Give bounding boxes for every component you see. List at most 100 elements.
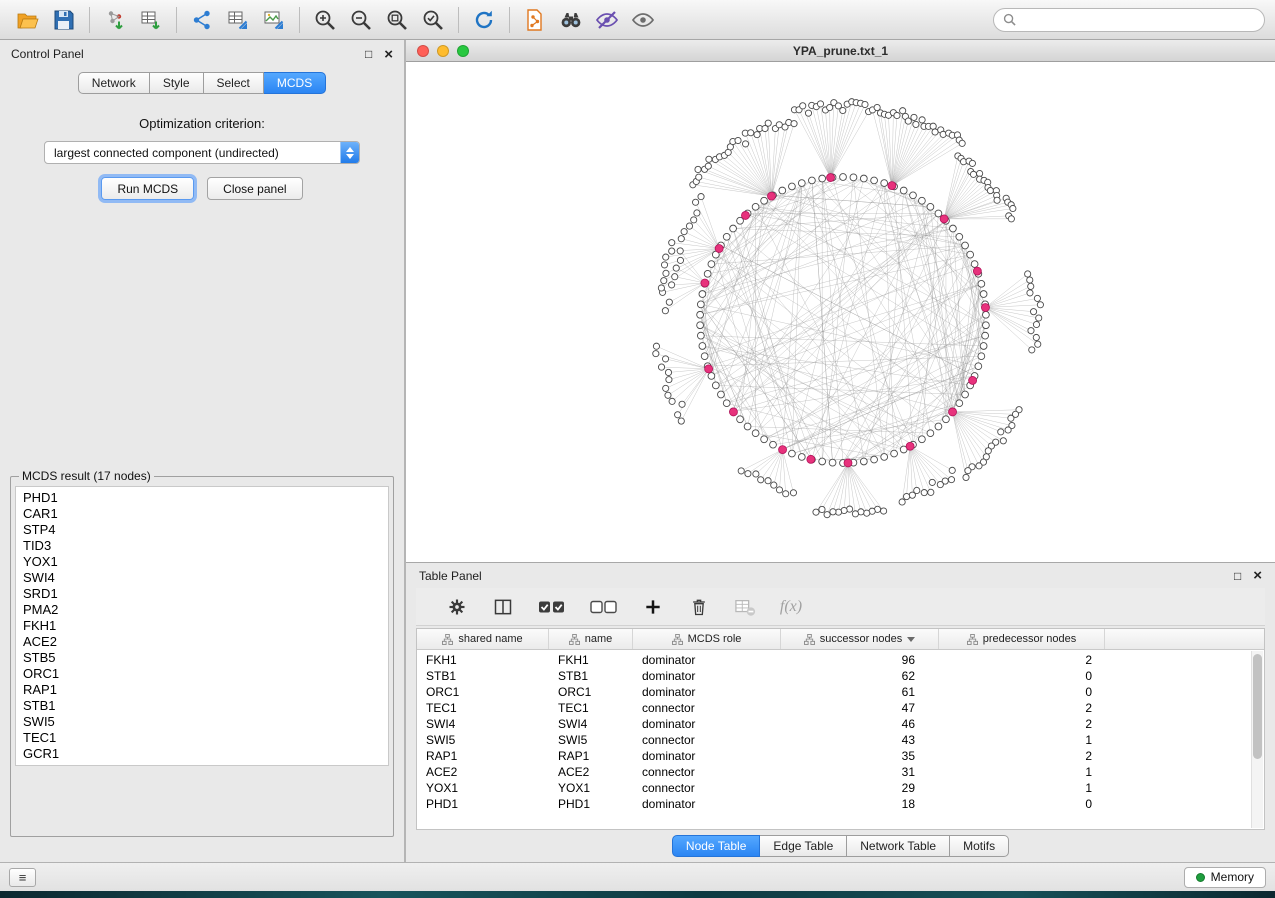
- cell-shared-name[interactable]: SWI5: [417, 732, 549, 748]
- tab-network[interactable]: Network: [78, 72, 150, 94]
- network-window-titlebar[interactable]: YPA_prune.txt_1: [406, 40, 1275, 62]
- table-row[interactable]: FKH1FKH1dominator962: [417, 652, 1264, 668]
- cell-predecessor-nodes[interactable]: 2: [939, 748, 1105, 764]
- export-table-button[interactable]: [220, 5, 256, 35]
- mcds-result-item[interactable]: GCR1: [23, 746, 381, 762]
- float-table-panel-icon[interactable]: □: [1234, 570, 1241, 582]
- column-header-predecessor-nodes[interactable]: predecessor nodes: [939, 629, 1105, 649]
- cell-shared-name[interactable]: YOX1: [417, 780, 549, 796]
- table-row[interactable]: RAP1RAP1dominator352: [417, 748, 1264, 764]
- table-settings-button[interactable]: [444, 594, 470, 620]
- cell-shared-name[interactable]: PHD1: [417, 796, 549, 812]
- cell-successor-nodes[interactable]: 96: [781, 652, 939, 668]
- cell-predecessor-nodes[interactable]: 1: [939, 764, 1105, 780]
- cell-name[interactable]: ORC1: [549, 684, 633, 700]
- tab-select[interactable]: Select: [204, 72, 264, 94]
- cell-mcds-role[interactable]: dominator: [633, 684, 781, 700]
- cell-predecessor-nodes[interactable]: 1: [939, 732, 1105, 748]
- table-row[interactable]: TEC1TEC1connector472: [417, 700, 1264, 716]
- zoom-in-button[interactable]: [307, 5, 343, 35]
- mcds-result-item[interactable]: YOX1: [23, 554, 381, 570]
- cell-name[interactable]: STB1: [549, 668, 633, 684]
- cell-name[interactable]: YOX1: [549, 780, 633, 796]
- cell-successor-nodes[interactable]: 31: [781, 764, 939, 780]
- open-file-button[interactable]: [10, 5, 46, 35]
- cell-predecessor-nodes[interactable]: 1: [939, 780, 1105, 796]
- cell-predecessor-nodes[interactable]: 2: [939, 700, 1105, 716]
- find-button[interactable]: [553, 5, 589, 35]
- mcds-result-item[interactable]: TID3: [23, 538, 381, 554]
- cell-mcds-role[interactable]: connector: [633, 700, 781, 716]
- export-network-button[interactable]: [184, 5, 220, 35]
- network-graph[interactable]: [406, 62, 1273, 562]
- tab-edge-table[interactable]: Edge Table: [760, 835, 847, 857]
- minimize-window-icon[interactable]: [437, 45, 449, 57]
- float-panel-icon[interactable]: □: [365, 48, 372, 60]
- cell-shared-name[interactable]: ACE2: [417, 764, 549, 780]
- mcds-result-item[interactable]: SRD1: [23, 586, 381, 602]
- cell-mcds-role[interactable]: dominator: [633, 716, 781, 732]
- column-header-name[interactable]: name: [549, 629, 633, 649]
- cell-shared-name[interactable]: STB1: [417, 668, 549, 684]
- zoom-fit-button[interactable]: [379, 5, 415, 35]
- deselect-all-button[interactable]: [588, 594, 620, 620]
- mcds-result-item[interactable]: STB1: [23, 698, 381, 714]
- mcds-result-item[interactable]: TEC1: [23, 730, 381, 746]
- criterion-dropdown[interactable]: largest connected component (undirected): [44, 141, 360, 164]
- close-window-icon[interactable]: [417, 45, 429, 57]
- mcds-result-item[interactable]: ORC1: [23, 666, 381, 682]
- column-header-shared-name[interactable]: shared name: [417, 629, 549, 649]
- mcds-result-item[interactable]: STP4: [23, 522, 381, 538]
- cell-mcds-role[interactable]: connector: [633, 764, 781, 780]
- mcds-result-item[interactable]: PMA2: [23, 602, 381, 618]
- cell-successor-nodes[interactable]: 47: [781, 700, 939, 716]
- cell-mcds-role[interactable]: connector: [633, 732, 781, 748]
- scrollbar-thumb[interactable]: [1253, 654, 1262, 759]
- table-row[interactable]: STB1STB1dominator620: [417, 668, 1264, 684]
- close-panel-icon[interactable]: ×: [384, 47, 393, 62]
- maximize-window-icon[interactable]: [457, 45, 469, 57]
- search-input[interactable]: [1022, 13, 1255, 27]
- add-row-button[interactable]: [640, 594, 666, 620]
- close-panel-button[interactable]: Close panel: [207, 177, 302, 200]
- table-scrollbar[interactable]: [1251, 651, 1263, 828]
- close-table-panel-icon[interactable]: ×: [1253, 568, 1262, 583]
- tab-node-table[interactable]: Node Table: [672, 835, 761, 857]
- export-image-button[interactable]: [256, 5, 292, 35]
- clear-table-button[interactable]: [732, 594, 758, 620]
- cell-predecessor-nodes[interactable]: 0: [939, 668, 1105, 684]
- mcds-result-item[interactable]: SWI4: [23, 570, 381, 586]
- select-all-button[interactable]: [536, 594, 568, 620]
- cell-shared-name[interactable]: RAP1: [417, 748, 549, 764]
- show-details-button[interactable]: [625, 5, 661, 35]
- table-row[interactable]: YOX1YOX1connector291: [417, 780, 1264, 796]
- cell-name[interactable]: PHD1: [549, 796, 633, 812]
- cell-shared-name[interactable]: FKH1: [417, 652, 549, 668]
- cell-successor-nodes[interactable]: 62: [781, 668, 939, 684]
- mcds-result-item[interactable]: ACE2: [23, 634, 381, 650]
- show-columns-button[interactable]: [490, 594, 516, 620]
- cell-successor-nodes[interactable]: 43: [781, 732, 939, 748]
- cell-mcds-role[interactable]: connector: [633, 780, 781, 796]
- table-row[interactable]: ORC1ORC1dominator610: [417, 684, 1264, 700]
- mcds-result-item[interactable]: PHD1: [23, 490, 381, 506]
- cell-name[interactable]: ACE2: [549, 764, 633, 780]
- mcds-result-item[interactable]: RAP1: [23, 682, 381, 698]
- cell-predecessor-nodes[interactable]: 2: [939, 652, 1105, 668]
- mcds-result-item[interactable]: CAR1: [23, 506, 381, 522]
- cell-shared-name[interactable]: SWI4: [417, 716, 549, 732]
- table-row[interactable]: SWI4SWI4dominator462: [417, 716, 1264, 732]
- refresh-layout-button[interactable]: [466, 5, 502, 35]
- tab-style[interactable]: Style: [150, 72, 204, 94]
- cell-successor-nodes[interactable]: 29: [781, 780, 939, 796]
- column-header-mcds-role[interactable]: MCDS role: [633, 629, 781, 649]
- memory-button[interactable]: Memory: [1184, 867, 1266, 888]
- cell-mcds-role[interactable]: dominator: [633, 796, 781, 812]
- column-header-successor-nodes[interactable]: successor nodes: [781, 629, 939, 649]
- network-canvas[interactable]: [406, 62, 1275, 562]
- tab-network-table[interactable]: Network Table: [847, 835, 950, 857]
- import-network-button[interactable]: [97, 5, 133, 35]
- save-session-button[interactable]: [46, 5, 82, 35]
- cell-successor-nodes[interactable]: 18: [781, 796, 939, 812]
- cell-name[interactable]: FKH1: [549, 652, 633, 668]
